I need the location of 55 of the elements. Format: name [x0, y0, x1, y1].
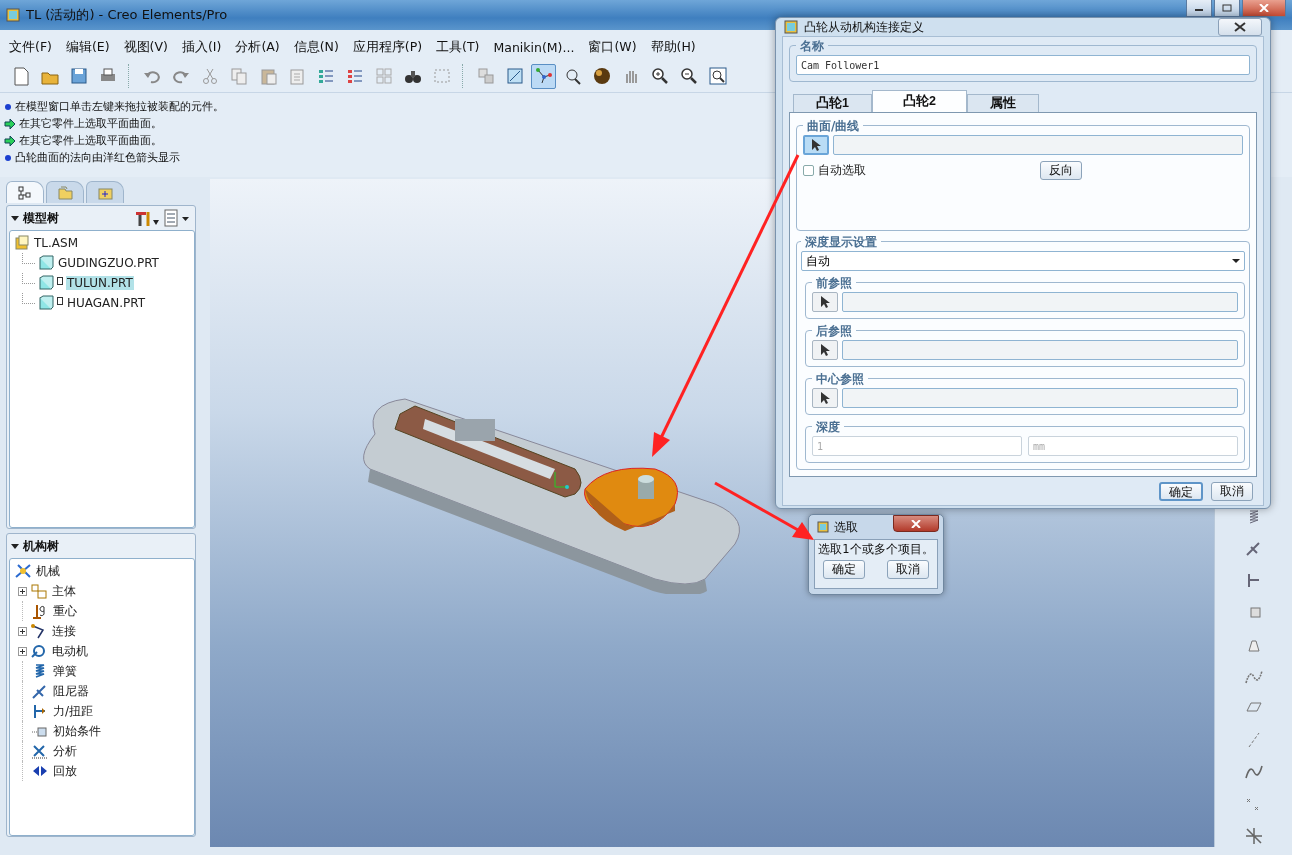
menu-item[interactable]: 窗口(W) [581, 36, 644, 58]
dialog-title: 凸轮从动机构连接定义 [804, 18, 925, 36]
menu-item[interactable]: 视图(V) [116, 36, 175, 58]
menu-item[interactable]: 信息(N) [286, 36, 346, 58]
message-text: 在其它零件上选取平面曲面。 [19, 133, 162, 148]
cancel-button[interactable]: 取消 [887, 560, 929, 579]
tree-item[interactable]: 重心 [52, 602, 78, 620]
dropdown[interactable]: 自动 [801, 251, 1245, 271]
tree-item[interactable]: 连接 [51, 622, 77, 640]
checkbox-label: 自动选取 [818, 162, 867, 179]
menu-item[interactable]: 应用程序(P) [345, 36, 430, 58]
tree-item[interactable]: 主体 [51, 582, 77, 600]
tree-item[interactable]: 机械 [35, 562, 61, 580]
cancel-button[interactable]: 取消 [1211, 482, 1253, 501]
menu-item[interactable]: 分析(A) [228, 36, 287, 58]
group-label: 曲面/曲线 [803, 118, 864, 135]
message-text: 在其它零件上选取平面曲面。 [19, 116, 162, 131]
group-label: 名称 [796, 38, 828, 55]
tree-item[interactable]: 阻尼器 [52, 682, 90, 700]
menu-item[interactable]: 插入(I) [174, 36, 229, 58]
dialog-message: 选取1个或多个项目。 [818, 542, 934, 557]
group-label: 深度显示设置 [801, 234, 881, 251]
tree-item[interactable]: 分析 [52, 742, 78, 760]
panel-title: 模型树 [23, 209, 60, 227]
menu-item[interactable]: 编辑(E) [58, 36, 117, 58]
tree-item[interactable]: GUDINGZUO.PRT [57, 256, 160, 270]
message-text: 凸轮曲面的法向由洋红色箭头显示 [15, 150, 180, 165]
window-title: TL (活动的) - Creo Elements/Pro [26, 6, 229, 24]
dialog-title: 选取 [834, 518, 859, 536]
tree-item[interactable]: TL.ASM [33, 236, 79, 250]
dropdown-value: 自动 [806, 252, 830, 270]
tab[interactable]: 属性 [966, 94, 1039, 112]
group-label: 前参照 [812, 275, 856, 292]
group-label: 中心参照 [812, 371, 868, 388]
tab[interactable]: 凸轮2 [871, 90, 967, 112]
name-field[interactable]: Cam Follower1 [796, 55, 1250, 75]
tree-item[interactable]: 力/扭距 [52, 702, 95, 720]
group-label: 深度 [812, 419, 844, 436]
panel-title: 机构树 [23, 537, 60, 555]
tab[interactable]: 凸轮1 [793, 94, 872, 112]
tree-item[interactable]: TULUN.PRT [66, 276, 134, 290]
tree-item[interactable]: 弹簧 [52, 662, 78, 680]
group-label: 后参照 [812, 323, 856, 340]
ok-button[interactable]: 确定 [823, 560, 865, 579]
menu-item[interactable]: 帮助(H) [643, 36, 703, 58]
tree-item[interactable]: 回放 [52, 762, 78, 780]
flip-button[interactable]: 反向 [1040, 161, 1082, 180]
tree-item[interactable]: 电动机 [51, 642, 89, 660]
message-text: 在模型窗口单击左键来拖拉被装配的元件。 [15, 99, 224, 114]
menu-item[interactable]: 工具(T) [429, 36, 487, 58]
menu-item[interactable]: 文件(F) [2, 36, 59, 58]
ok-button[interactable]: 确定 [1159, 482, 1203, 501]
tree-item[interactable]: HUAGAN.PRT [66, 296, 147, 310]
menu-item[interactable]: Manikin(M)... [486, 37, 582, 57]
tree-item[interactable]: 初始条件 [52, 722, 102, 740]
